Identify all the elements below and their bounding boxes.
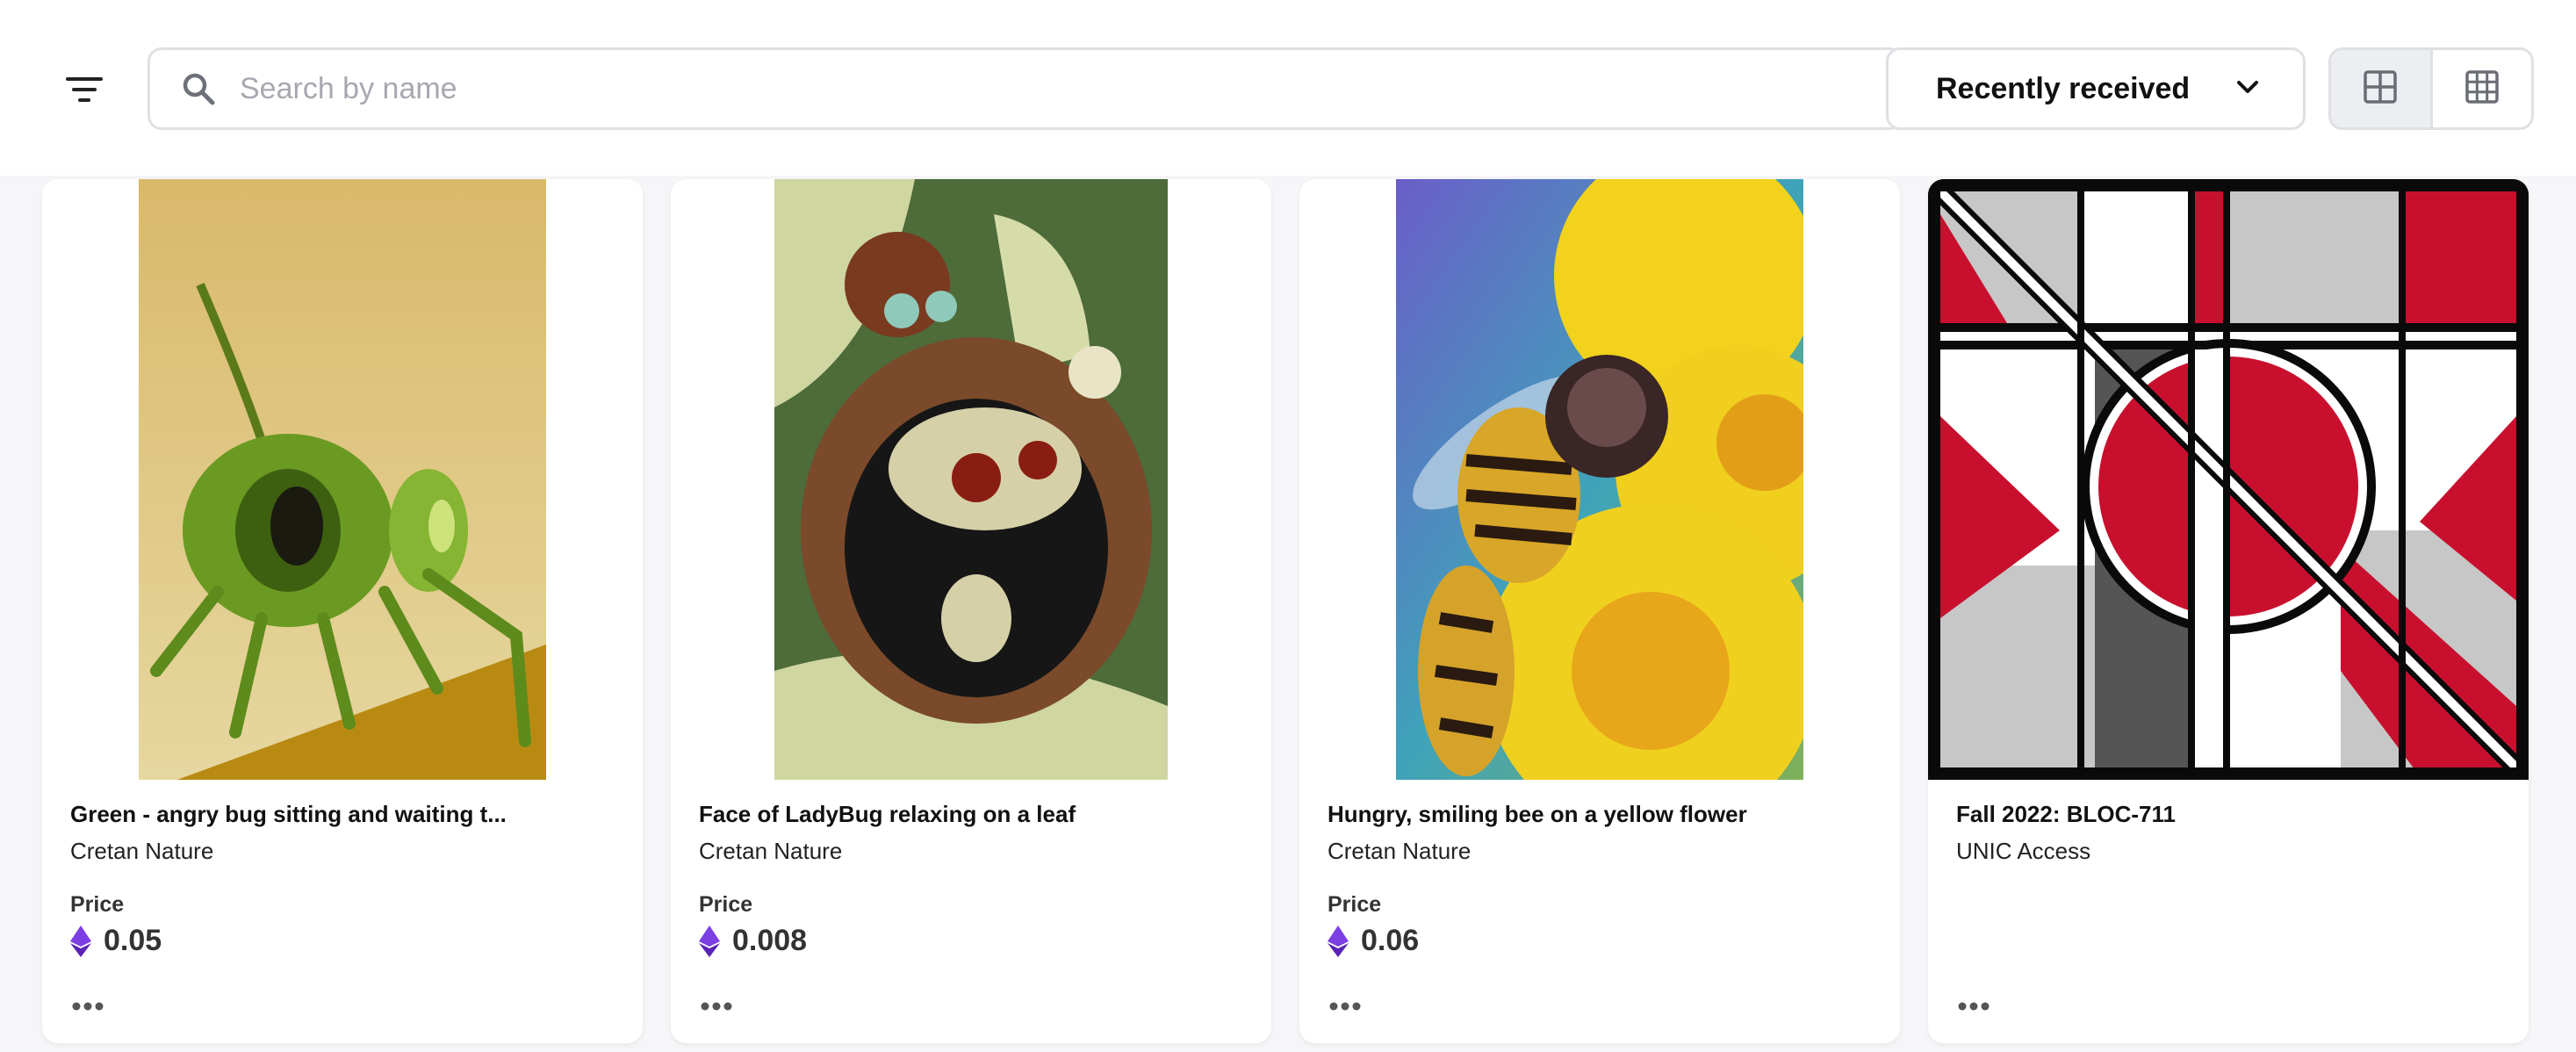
filter-icon[interactable] bbox=[53, 61, 116, 118]
price-label: Price bbox=[699, 892, 753, 917]
nft-title: Green - angry bug sitting and waiting t.… bbox=[70, 801, 507, 827]
bee-flower-artwork bbox=[1396, 179, 1803, 780]
nft-title: Fall 2022: BLOC-711 bbox=[1956, 801, 2176, 827]
nft-title: Face of LadyBug relaxing on a leaf bbox=[699, 801, 1076, 827]
nft-collection: Cretan Nature bbox=[1328, 838, 1471, 864]
price-row: 0.06 bbox=[1328, 924, 1419, 958]
price-row: 0.05 bbox=[70, 924, 162, 958]
nft-collection: Cretan Nature bbox=[699, 838, 843, 864]
nft-title: Hungry, smiling bee on a yellow flower bbox=[1328, 801, 1747, 827]
nft-collection: Cretan Nature bbox=[70, 838, 214, 864]
ethereum-icon bbox=[70, 925, 91, 957]
nft-collection: UNIC Access bbox=[1956, 838, 2091, 864]
sort-dropdown[interactable]: Recently received bbox=[1886, 47, 2306, 130]
green-bug-artwork bbox=[139, 179, 546, 780]
view-toggle bbox=[2328, 47, 2534, 130]
geometric-pass-artwork bbox=[1928, 179, 2529, 780]
sort-selected-label: Recently received bbox=[1936, 71, 2191, 105]
more-options-icon[interactable] bbox=[72, 989, 116, 1024]
price-label: Price bbox=[1328, 892, 1382, 917]
nft-card[interactable]: Fall 2022: BLOC-711 UNIC Access bbox=[1928, 179, 2529, 1043]
nft-card[interactable]: Hungry, smiling bee on a yellow flower C… bbox=[1299, 179, 1900, 1043]
nft-card[interactable]: Green - angry bug sitting and waiting t.… bbox=[42, 179, 643, 1043]
more-options-icon[interactable] bbox=[1329, 989, 1373, 1024]
small-grid-icon bbox=[2464, 69, 2500, 109]
price-value: 0.008 bbox=[732, 924, 808, 957]
large-grid-view-button[interactable] bbox=[2331, 50, 2433, 127]
small-grid-view-button[interactable] bbox=[2433, 50, 2532, 127]
search-input[interactable] bbox=[238, 70, 1866, 107]
ladybug-artwork bbox=[774, 179, 1168, 780]
large-grid-icon bbox=[2363, 69, 2398, 109]
price-value: 0.06 bbox=[1361, 924, 1420, 957]
ethereum-icon bbox=[1328, 925, 1349, 957]
search-box[interactable] bbox=[148, 47, 1903, 130]
more-options-icon[interactable] bbox=[701, 989, 745, 1024]
top-toolbar: Recently received bbox=[0, 0, 2576, 176]
chevron-down-icon bbox=[2236, 80, 2259, 98]
more-options-icon[interactable] bbox=[1958, 989, 2002, 1024]
search-icon bbox=[176, 67, 220, 111]
nft-card[interactable]: Face of LadyBug relaxing on a leaf Creta… bbox=[671, 179, 1271, 1043]
price-row: 0.008 bbox=[699, 924, 807, 958]
price-label: Price bbox=[70, 892, 125, 917]
ethereum-icon bbox=[699, 925, 720, 957]
price-value: 0.05 bbox=[104, 924, 162, 957]
